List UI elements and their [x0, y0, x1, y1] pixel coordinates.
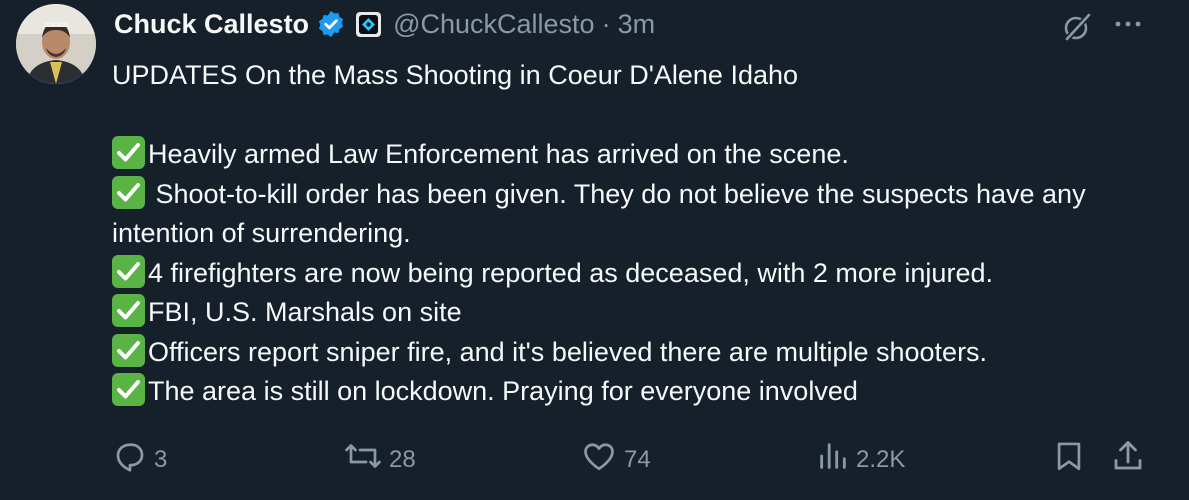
check-mark-icon: [112, 294, 145, 327]
repost-icon: [343, 438, 383, 481]
action-bar: 3 28 74 2.2K: [0, 438, 1189, 478]
tweet-header: Chuck Callesto @ChuckCallesto · 3m: [114, 4, 655, 44]
check-mark-icon: [112, 373, 145, 406]
reply-button[interactable]: 3: [112, 438, 167, 481]
tweet-line: 4 firefighters are now being reported as…: [112, 254, 1152, 294]
bookmark-icon: [1052, 438, 1086, 481]
share-button[interactable]: [1110, 438, 1146, 481]
reply-icon: [112, 438, 148, 481]
check-mark-icon: [112, 136, 145, 169]
separator-dot: ·: [601, 8, 611, 39]
grok-icon[interactable]: [1062, 12, 1092, 42]
like-count: 74: [624, 445, 651, 473]
display-name[interactable]: Chuck Callesto: [114, 9, 309, 40]
more-icon[interactable]: [1113, 12, 1143, 42]
affiliation-badge-icon[interactable]: [356, 11, 382, 37]
heart-icon: [580, 438, 618, 481]
user-handle[interactable]: @ChuckCallesto: [393, 9, 595, 40]
avatar[interactable]: [16, 4, 96, 84]
timestamp[interactable]: 3m: [618, 9, 656, 40]
like-button[interactable]: 74: [580, 438, 651, 481]
tweet-text: UPDATES On the Mass Shooting in Coeur D'…: [112, 56, 1152, 412]
tweet-line: Heavily armed Law Enforcement has arrive…: [112, 135, 1152, 175]
tweet-line: FBI, U.S. Marshals on site: [112, 293, 1152, 333]
tweet-line: The area is still on lockdown. Praying f…: [112, 372, 1152, 412]
check-mark-icon: [112, 175, 145, 209]
share-icon: [1110, 438, 1146, 481]
tweet-headline: UPDATES On the Mass Shooting in Coeur D'…: [112, 60, 799, 90]
check-mark-icon: [112, 333, 145, 367]
repost-count: 28: [389, 445, 416, 473]
check-mark-icon: [112, 254, 145, 288]
tweet-line: Officers report sniper fire, and it's be…: [112, 333, 1152, 373]
views-icon: [816, 438, 850, 481]
verified-badge-icon[interactable]: [316, 9, 346, 39]
bookmark-button[interactable]: [1052, 438, 1086, 481]
tweet-line: Shoot-to-kill order has been given. They…: [112, 175, 1152, 254]
views-count: 2.2K: [856, 445, 906, 473]
repost-button[interactable]: 28: [343, 438, 416, 481]
views-button[interactable]: 2.2K: [816, 438, 905, 481]
reply-count: 3: [154, 445, 168, 473]
